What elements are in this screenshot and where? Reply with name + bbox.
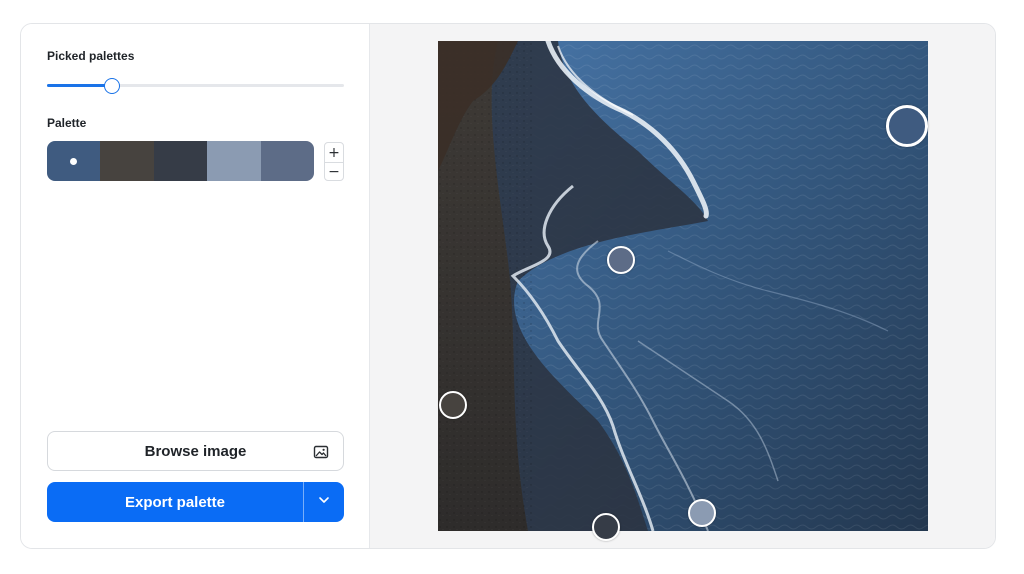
picker-3-handle[interactable] [439, 391, 467, 419]
palette-label: Palette [47, 116, 87, 130]
export-palette-split-button: Export palette [47, 482, 344, 522]
palette-swatch-2[interactable] [100, 141, 154, 181]
picker-1-handle[interactable] [886, 105, 928, 147]
slider-fill [47, 84, 112, 87]
palette-swatch-4[interactable] [207, 141, 261, 181]
beach-photo [438, 41, 928, 531]
image-icon [313, 444, 329, 460]
palette-picker-card: Picked palettes Palette + − Browse image [20, 23, 996, 549]
picked-palettes-slider[interactable] [47, 78, 344, 94]
remove-color-button[interactable]: − [325, 162, 343, 180]
export-options-dropdown[interactable] [304, 482, 344, 522]
palette-strip [47, 141, 314, 181]
image-preview-panel [370, 24, 995, 548]
palette-swatch-5[interactable] [260, 141, 314, 181]
picker-4-handle[interactable] [592, 513, 620, 541]
controls-panel: Picked palettes Palette + − Browse image [21, 24, 370, 548]
palette-size-stepper: + − [324, 142, 344, 181]
chevron-down-icon [317, 493, 331, 512]
picked-palettes-label: Picked palettes [47, 49, 135, 63]
slider-thumb[interactable] [104, 78, 120, 94]
selected-indicator-icon [70, 157, 78, 165]
browse-image-button[interactable]: Browse image [47, 431, 344, 471]
browse-image-label: Browse image [144, 442, 247, 460]
picker-5-handle[interactable] [688, 499, 716, 527]
add-color-button[interactable]: + [325, 143, 343, 162]
palette-swatch-3[interactable] [153, 141, 208, 181]
palette-swatch-1[interactable] [47, 141, 101, 181]
picker-2-handle[interactable] [607, 246, 635, 274]
export-palette-button[interactable]: Export palette [47, 482, 303, 522]
